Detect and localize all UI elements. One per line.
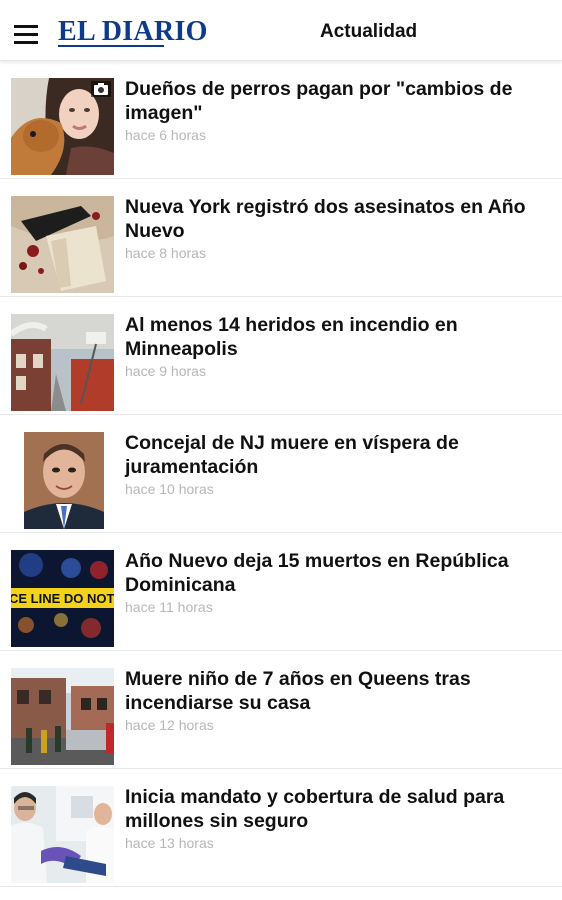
article-thumbnail [11,668,114,765]
hamburger-menu-icon[interactable] [6,14,46,54]
article-headline[interactable]: Inicia mandato y cobertura de salud para… [125,785,545,833]
article-thumbnail [11,78,114,175]
article-headline[interactable]: Dueños de perros pagan por "cambios de i… [125,77,545,125]
article-headline[interactable]: Año Nuevo deja 15 muertos en República D… [125,549,545,597]
article-thumbnail [11,314,114,411]
article-item[interactable]: Muere niño de 7 años en Queens tras ince… [0,651,562,769]
camera-icon [91,81,111,97]
article-item[interactable]: Dueños de perros pagan por "cambios de i… [0,61,562,179]
section-title: Actualidad [320,21,418,42]
article-timestamp: hace 8 horas [125,245,206,261]
article-timestamp: hace 13 horas [125,835,214,851]
article-thumbnail [11,786,114,883]
article-timestamp: hace 12 horas [125,717,214,733]
article-headline[interactable]: Concejal de NJ muere en víspera de juram… [125,431,545,479]
article-headline[interactable]: Al menos 14 heridos en incendio en Minne… [125,313,545,361]
article-item[interactable]: Inicia mandato y cobertura de salud para… [0,769,562,887]
article-item[interactable]: Concejal de NJ muere en víspera de juram… [0,415,562,533]
article-headline[interactable]: Muere niño de 7 años en Queens tras ince… [125,667,545,715]
article-headline[interactable]: Nueva York registró dos asesinatos en Añ… [125,195,545,243]
article-thumbnail [11,196,114,293]
police-tape-text: CE LINE DO NOT CR [11,591,114,606]
logo-underline [58,45,164,47]
app-header: EL DIARIO Actualidad [0,0,562,61]
article-timestamp: hace 11 horas [125,599,213,615]
article-thumbnail [24,432,104,529]
article-timestamp: hace 10 horas [125,481,214,497]
app-logo[interactable]: EL DIARIO [58,16,208,48]
article-list: Dueños de perros pagan por "cambios de i… [0,61,562,887]
article-timestamp: hace 9 horas [125,363,206,379]
article-thumbnail: CE LINE DO NOT CR [11,550,114,647]
article-item[interactable]: CE LINE DO NOT CR Año Nuevo deja 15 muer… [0,533,562,651]
article-item[interactable]: Al menos 14 heridos en incendio en Minne… [0,297,562,415]
article-timestamp: hace 6 horas [125,127,206,143]
article-item[interactable]: Nueva York registró dos asesinatos en Añ… [0,179,562,297]
